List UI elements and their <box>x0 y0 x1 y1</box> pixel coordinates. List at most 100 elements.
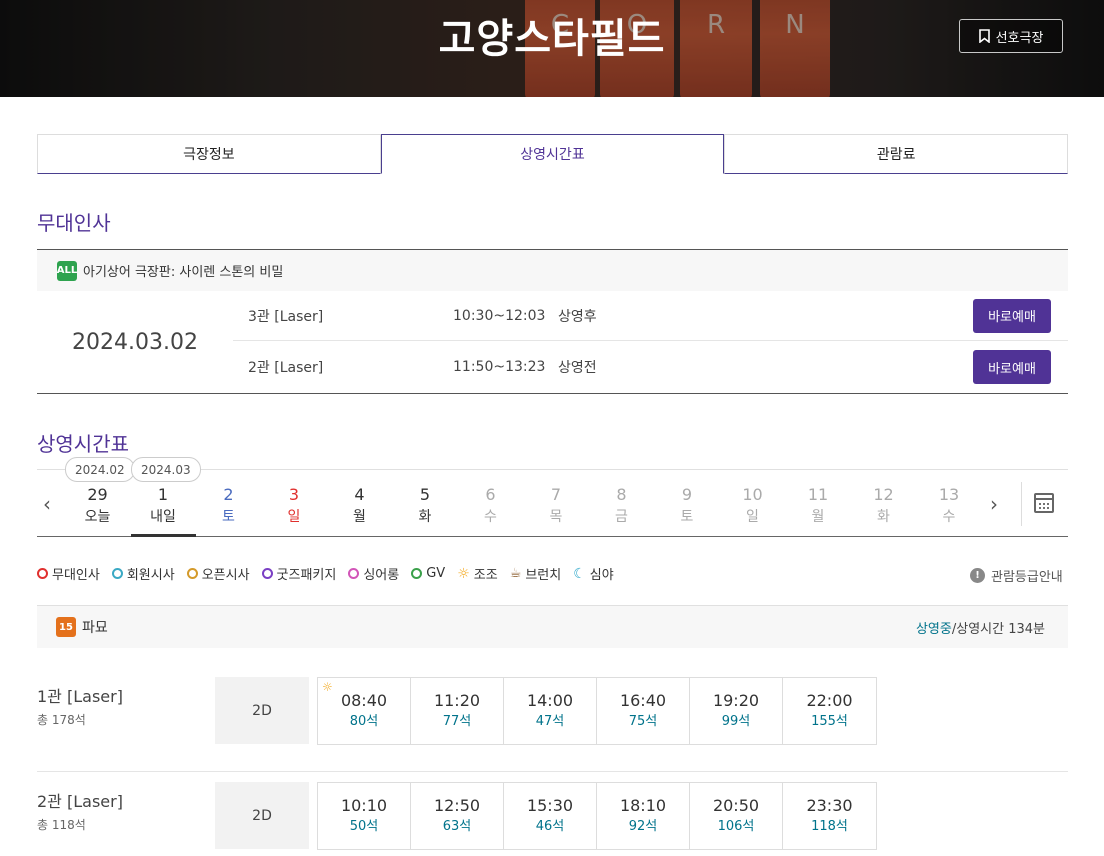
book-now-button[interactable]: 바로예매 <box>973 298 1051 333</box>
legend-item: 굿즈패키지 <box>261 564 336 583</box>
showtime-slot[interactable]: 18:10 92석 <box>597 783 690 849</box>
date-day-item[interactable]: 12 화 <box>851 470 916 537</box>
remaining-seats: 50석 <box>349 819 379 834</box>
showtime-legend: 무대인사 회원시사 오픈시사 굿즈패키지 싱어롱 GV ☼ 조조 ☕ 브런치 ☾ 심야 <box>37 564 614 583</box>
day-of-week: 일 <box>287 509 301 525</box>
info-icon: ! <box>970 568 985 583</box>
stage-greeting-panel: ALL 아기상어 극장판: 사이렌 스톤의 비밀 2024.03.02 3관 [… <box>37 249 1068 394</box>
day-number: 13 <box>938 485 960 504</box>
legend-item: 무대인사 <box>37 564 100 583</box>
showtime-slot[interactable]: ☼ 08:40 80석 <box>318 678 411 744</box>
greeting-status: 상영후 <box>558 308 597 325</box>
legend-label: 회원시사 <box>126 568 175 583</box>
favorite-theater-button[interactable]: 선호극장 <box>959 19 1063 53</box>
legend-label: GV <box>426 566 446 581</box>
remaining-seats: 99석 <box>721 714 751 729</box>
showtime-slot[interactable]: 11:20 77석 <box>411 678 504 744</box>
day-number: 10 <box>742 485 763 504</box>
stage-greeting-movie[interactable]: ALL 아기상어 극장판: 사이렌 스톤의 비밀 <box>37 250 1068 291</box>
legend-label: 심야 <box>589 568 614 583</box>
favorite-theater-label: 선호극장 <box>995 30 1044 46</box>
member-preview-icon <box>111 568 123 579</box>
date-day-item[interactable]: 7목 <box>524 470 589 537</box>
book-now-button[interactable]: 바로예매 <box>973 350 1051 384</box>
remaining-seats: 80석 <box>349 714 379 729</box>
day-of-week: 내일 <box>150 509 176 525</box>
rating-guide-label: 관람등급안내 <box>991 570 1063 585</box>
day-number: 4 <box>354 485 365 504</box>
date-day-item[interactable]: 3일 <box>262 470 327 537</box>
movie-status: 상영중 <box>915 621 952 637</box>
day-number: 3 <box>288 485 300 504</box>
calendar-divider <box>1021 482 1022 526</box>
day-number: 12 <box>873 485 894 504</box>
legend-item: ☼ 조조 <box>457 564 497 584</box>
hall-total-seats: 총 118석 <box>37 818 86 832</box>
movie-runtime: /상영시간 134분 <box>951 621 1045 637</box>
showtime-slot[interactable]: 19:20 99석 <box>690 678 783 744</box>
showtime-slot[interactable]: 15:30 46석 <box>504 783 597 849</box>
legend-label: 브런치 <box>525 568 562 583</box>
day-of-week: 일 <box>746 509 759 525</box>
date-day-item[interactable]: 9토 <box>655 470 720 537</box>
goods-package-icon <box>261 568 273 579</box>
prev-dates-chevron-left-icon[interactable]: ‹ <box>43 492 51 516</box>
day-of-week: 화 <box>418 509 432 525</box>
date-day-item[interactable]: 6수 <box>458 470 523 537</box>
showtime-slot[interactable]: 23:30 118석 <box>783 783 876 849</box>
showtime-slot[interactable]: 12:50 63석 <box>411 783 504 849</box>
stage-greeting-movie-title: 아기상어 극장판: 사이렌 스톤의 비밀 <box>83 265 284 280</box>
greeting-hall: 3관 [Laser] <box>248 308 324 325</box>
day-of-week: 목 <box>549 509 563 525</box>
showtime-slot[interactable]: 14:00 47석 <box>504 678 597 744</box>
date-day-item[interactable]: 10 일 <box>720 470 785 537</box>
date-day-item[interactable]: 2토 <box>196 470 261 537</box>
date-day-item[interactable]: 4월 <box>327 470 392 537</box>
legend-item: ☾ 심야 <box>573 564 614 584</box>
day-number: 29 <box>87 485 108 504</box>
showtime-time: 20:50 <box>712 796 760 815</box>
stage-greeting-row: 3관 [Laser] 10:30~12:03 상영후 바로예매 <box>233 291 1068 341</box>
date-day-item[interactable]: 13 수 <box>917 470 982 537</box>
legend-label: 오픈시사 <box>201 568 250 583</box>
rating-all-badge: ALL <box>57 260 77 281</box>
hall-divider <box>37 771 1068 772</box>
screen-type: 2D <box>215 782 309 849</box>
showtime-slot[interactable]: 22:00 155석 <box>783 678 876 744</box>
greeting-time: 11:50~13:23 <box>453 359 546 375</box>
showtime-time: 16:40 <box>619 691 667 710</box>
date-day-item[interactable]: 1 내일 <box>130 470 196 537</box>
stage-greeting-icon <box>37 568 48 579</box>
remaining-seats: 92석 <box>628 819 658 834</box>
legend-item: 싱어롱 <box>348 564 399 583</box>
tab-showtimes[interactable]: 상영시간표 <box>380 134 725 174</box>
date-day-item[interactable]: 11 월 <box>786 470 851 537</box>
schedule-title: 상영시간표 <box>37 432 129 456</box>
showtime-time: 12:50 <box>433 796 481 815</box>
moon-icon: ☾ <box>573 565 586 582</box>
date-day-item[interactable]: 29 오늘 <box>65 470 130 537</box>
legend-item: 회원시사 <box>111 564 175 583</box>
sun-icon: ☼ <box>322 680 333 694</box>
day-number: 7 <box>550 485 562 504</box>
date-day-item[interactable]: 5화 <box>393 470 458 537</box>
calendar-icon[interactable] <box>1034 493 1054 513</box>
legend-item: ☕ 브런치 <box>510 564 562 583</box>
tab-prices[interactable]: 관람료 <box>724 134 1069 174</box>
theater-hero-banner: C O R N 고양스타필드 선호극장 <box>0 0 1104 97</box>
movie-title[interactable]: 파묘 <box>82 617 108 637</box>
showtime-slot[interactable]: 16:40 75석 <box>597 678 690 744</box>
sun-icon: ☼ <box>457 565 470 582</box>
showtime-slot[interactable]: 20:50 106석 <box>690 783 783 849</box>
hall-name: 1관 [Laser] <box>37 687 123 706</box>
showtime-slot[interactable]: 10:10 50석 <box>318 783 411 849</box>
rating-guide-link[interactable]: ! 관람등급안내 <box>970 566 1063 585</box>
greeting-hall: 2관 [Laser] <box>248 360 324 376</box>
tab-theater-info[interactable]: 극장정보 <box>37 134 381 174</box>
legend-item: GV <box>411 564 445 583</box>
date-day-item[interactable]: 8금 <box>589 470 654 537</box>
next-dates-chevron-right-icon[interactable]: › <box>990 492 998 516</box>
day-of-week: 토 <box>680 509 694 525</box>
showtime-slots: 10:10 50석 12:50 63석 15:30 46석 18:10 92석 20:50 106… <box>317 782 877 850</box>
theater-tabs: 극장정보 상영시간표 관람료 <box>37 134 1069 174</box>
